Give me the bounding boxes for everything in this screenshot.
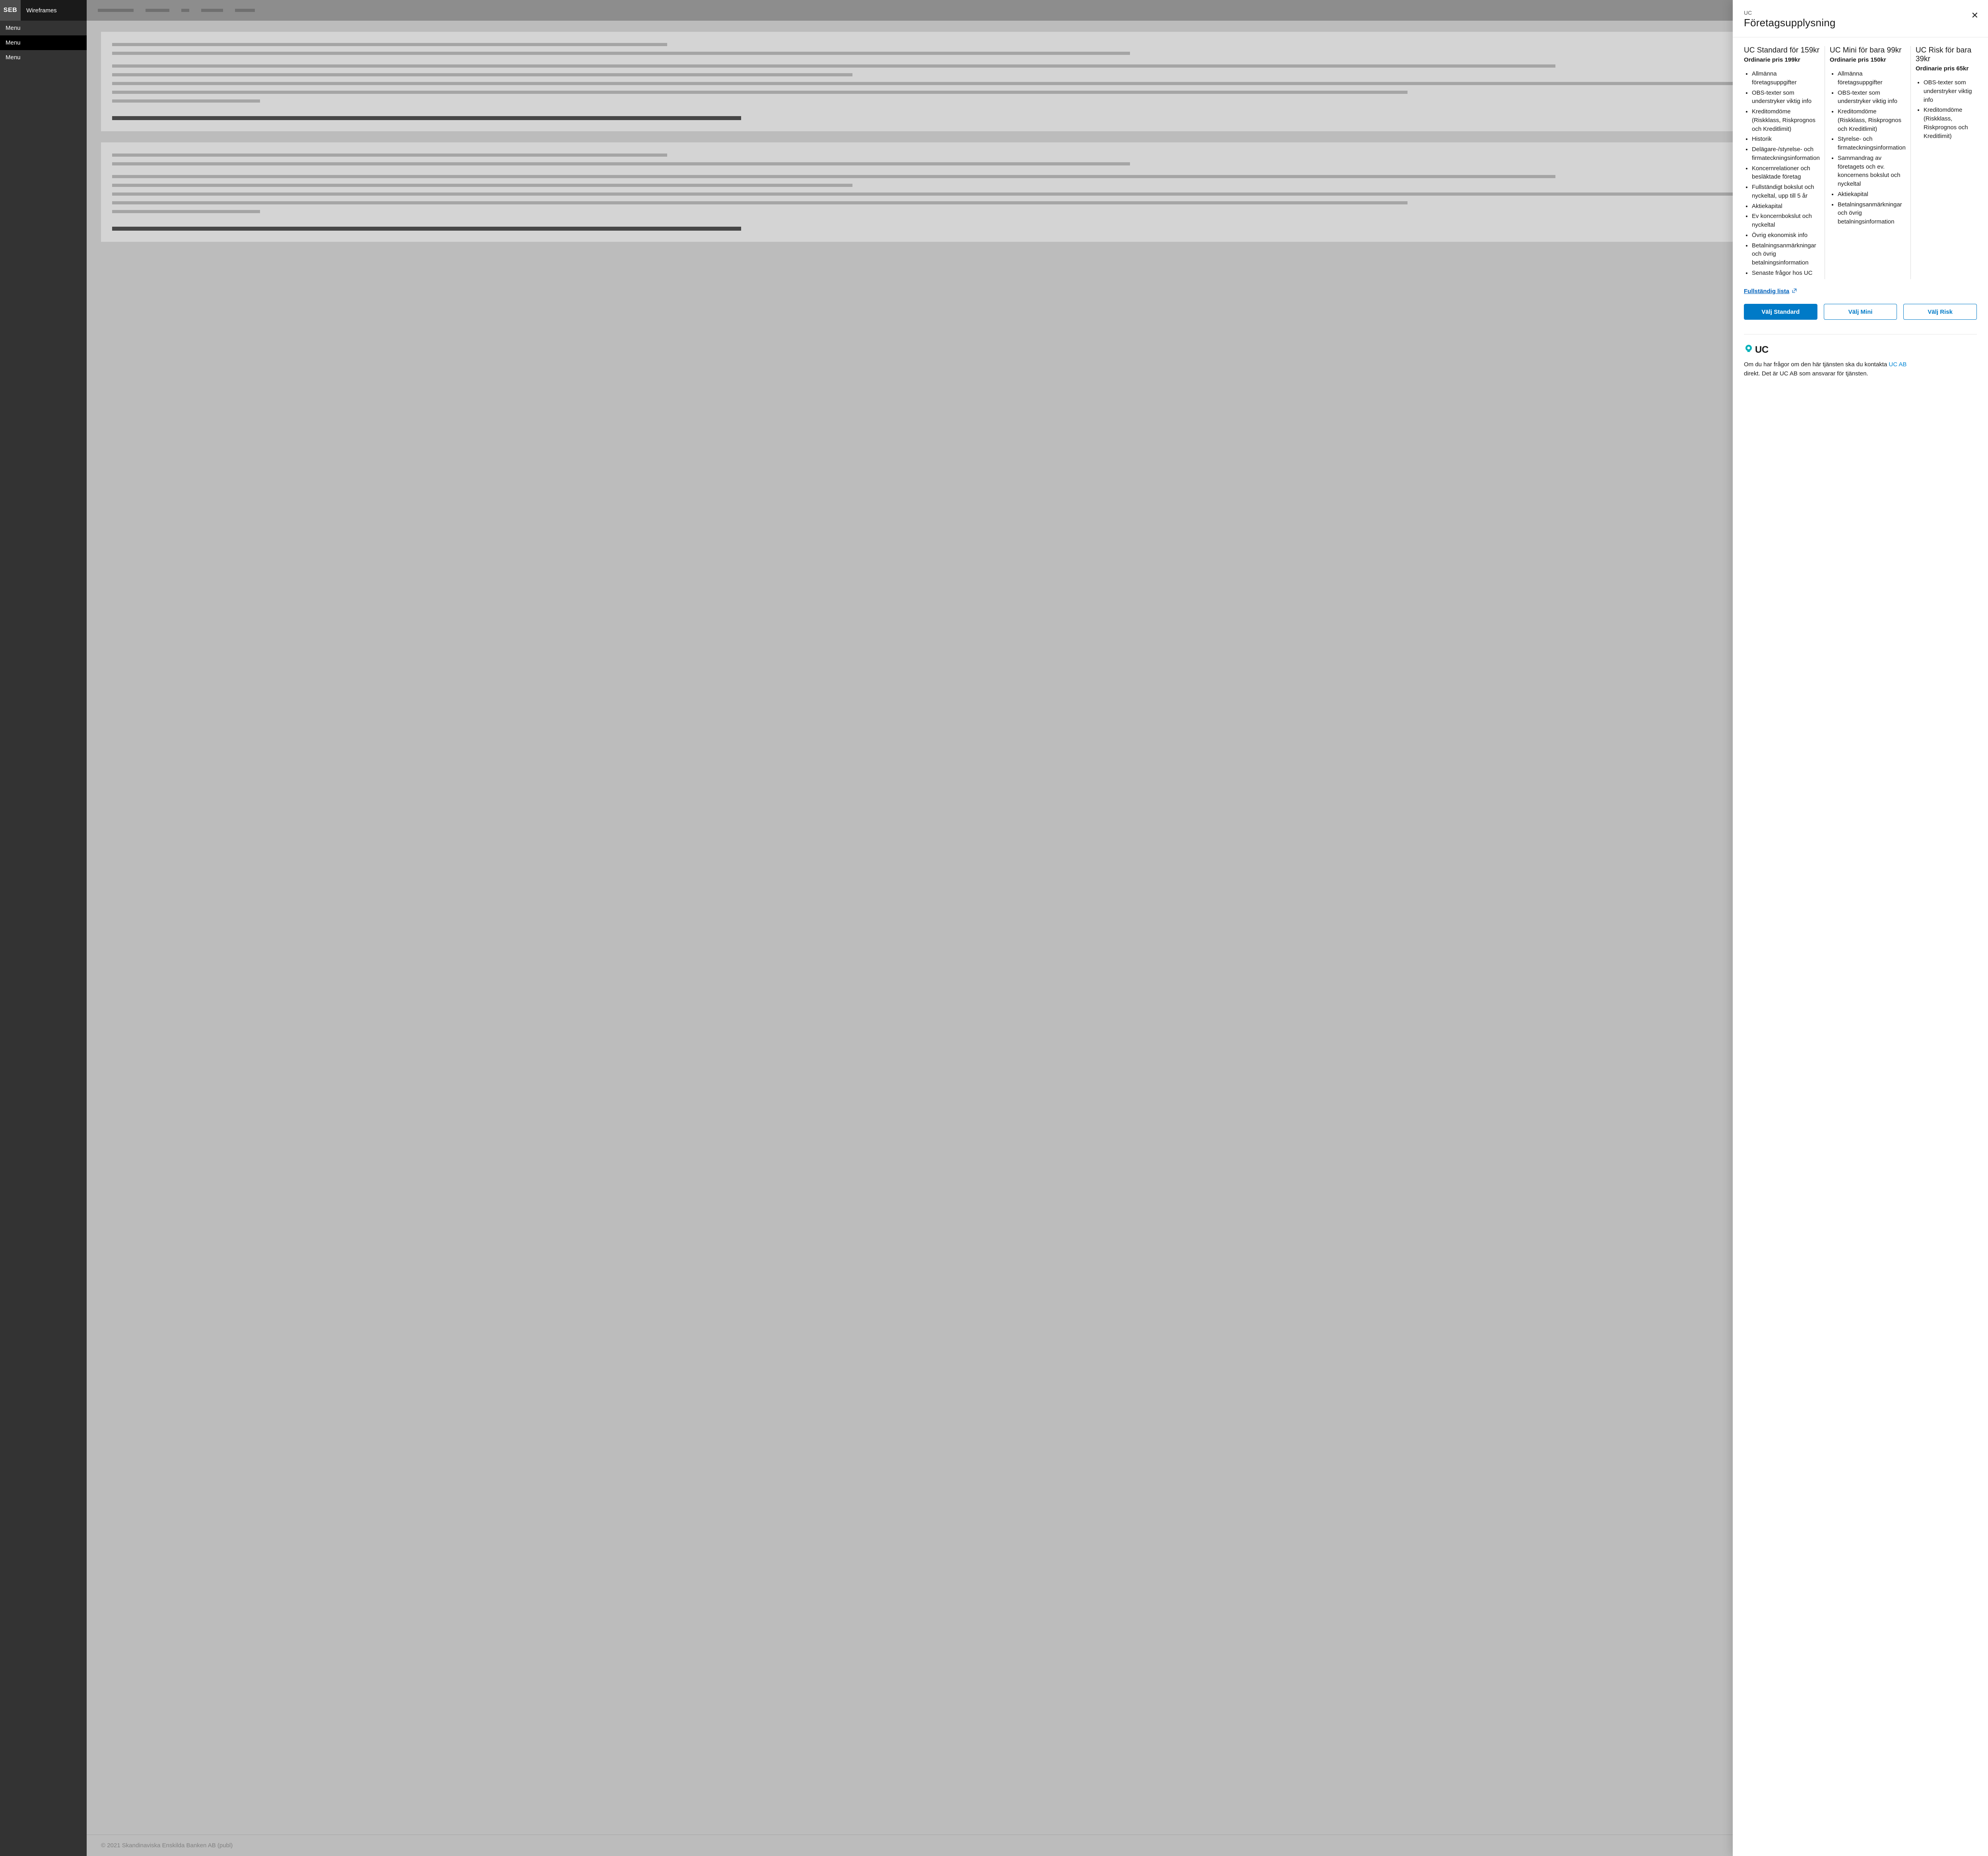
uc-logo-text: UC xyxy=(1755,344,1769,356)
plan-features: OBS-texter som understryker viktig infoK… xyxy=(1916,78,1977,140)
full-list-label: Fullständig lista xyxy=(1744,288,1789,295)
brand-logo: SEB xyxy=(0,0,21,21)
feature-item: Senaste frågor hos UC xyxy=(1752,269,1820,278)
uc-logo: UC xyxy=(1744,344,1977,356)
plan-standard: UC Standard för 159kr Ordinarie pris 199… xyxy=(1744,46,1825,279)
plans-row: UC Standard för 159kr Ordinarie pris 199… xyxy=(1744,46,1977,279)
plan-title: UC Mini för bara 99kr xyxy=(1830,46,1906,55)
sidebar: SEB Wireframes Menu Menu Menu xyxy=(0,0,87,1856)
brand-title: Wireframes xyxy=(21,0,87,21)
feature-item: Fullständigt bokslut och nyckeltal, upp … xyxy=(1752,183,1820,200)
panel-eyebrow: UC xyxy=(1744,10,1977,16)
close-button[interactable]: ✕ xyxy=(1971,11,1978,20)
feature-item: Kreditomdöme (Riskklass, Riskprognos och… xyxy=(1752,107,1820,133)
plan-subprice: Ordinarie pris 65kr xyxy=(1916,65,1977,72)
feature-item: Koncernrelationer och besläktade företag xyxy=(1752,164,1820,182)
slideover-panel: UC Företagsupplysning ✕ UC Standard för … xyxy=(1733,0,1988,1856)
select-mini-button[interactable]: Välj Mini xyxy=(1824,304,1897,320)
feature-item: Styrelse- och firmateckningsinformation xyxy=(1838,135,1906,152)
plan-subprice: Ordinarie pris 199kr xyxy=(1744,56,1820,63)
feature-item: Allmänna företagsuppgifter xyxy=(1838,70,1906,87)
feature-item: Aktiekapital xyxy=(1752,202,1820,211)
feature-item: Allmänna företagsuppgifter xyxy=(1752,70,1820,87)
close-icon: ✕ xyxy=(1971,10,1978,20)
plan-title: UC Risk för bara 39kr xyxy=(1916,46,1977,64)
external-link-icon xyxy=(1792,288,1797,295)
brand-row: SEB Wireframes xyxy=(0,0,87,21)
plan-features: Allmänna företagsuppgifter OBS-texter som… xyxy=(1830,70,1906,226)
main-content: © 2021 Skandinaviska Enskilda Banken AB … xyxy=(87,0,1988,1856)
feature-item: OBS-texter som understryker viktig info xyxy=(1924,78,1977,104)
pin-icon xyxy=(1744,344,1753,356)
footer-text: © 2021 Skandinaviska Enskilda Banken AB … xyxy=(87,1835,1988,1856)
feature-item: Betalningsanmärkningar och övrig betalni… xyxy=(1838,200,1906,226)
card[interactable] xyxy=(101,142,1974,242)
feature-item: OBS-texter som understryker viktig info xyxy=(1752,89,1820,106)
plan-subprice: Ordinarie pris 150kr xyxy=(1830,56,1906,63)
contact-text: Om du har frågor om den här tjänsten ska… xyxy=(1744,360,1911,378)
cta-row: Välj Standard Välj Mini Välj Risk xyxy=(1744,304,1977,320)
feature-item: Historik xyxy=(1752,135,1820,144)
feature-item: Ev koncernbokslut och nyckeltal xyxy=(1752,212,1820,229)
feature-item: Betalningsanmärkningar och övrig betalni… xyxy=(1752,241,1820,267)
panel-header: UC Företagsupplysning ✕ xyxy=(1733,0,1988,37)
feature-item: Aktiekapital xyxy=(1838,190,1906,199)
plan-risk: UC Risk för bara 39kr Ordinarie pris 65k… xyxy=(1911,46,1977,279)
select-standard-button[interactable]: Välj Standard xyxy=(1744,304,1817,320)
sidebar-item-1[interactable]: Menu xyxy=(0,35,87,50)
full-list-link[interactable]: Fullständig lista xyxy=(1744,288,1797,295)
panel-title: Företagsupplysning xyxy=(1744,17,1977,29)
feature-item: Delägare-/styrelse- och firmateckningsin… xyxy=(1752,145,1820,163)
plan-title: UC Standard för 159kr xyxy=(1744,46,1820,55)
card[interactable] xyxy=(101,32,1974,131)
sidebar-item-2[interactable]: Menu xyxy=(0,50,87,65)
plan-mini: UC Mini för bara 99kr Ordinarie pris 150… xyxy=(1825,46,1911,279)
topbar xyxy=(87,0,1988,21)
feature-item: Sammandrag av företagets och ev. koncern… xyxy=(1838,154,1906,189)
uc-ab-link[interactable]: UC AB xyxy=(1889,361,1906,368)
plan-features: Allmänna företagsuppgifter OBS-texter som… xyxy=(1744,70,1820,278)
select-risk-button[interactable]: Välj Risk xyxy=(1903,304,1977,320)
feature-item: Kreditomdöme (Riskklass, Riskprognos och… xyxy=(1924,106,1977,140)
feature-item: OBS-texter som understryker viktig info xyxy=(1838,89,1906,106)
feature-item: Övrig ekonomisk info xyxy=(1752,231,1820,240)
sidebar-item-0[interactable]: Menu xyxy=(0,21,87,35)
feature-item: Kreditomdöme (Riskklass, Riskprognos och… xyxy=(1838,107,1906,133)
